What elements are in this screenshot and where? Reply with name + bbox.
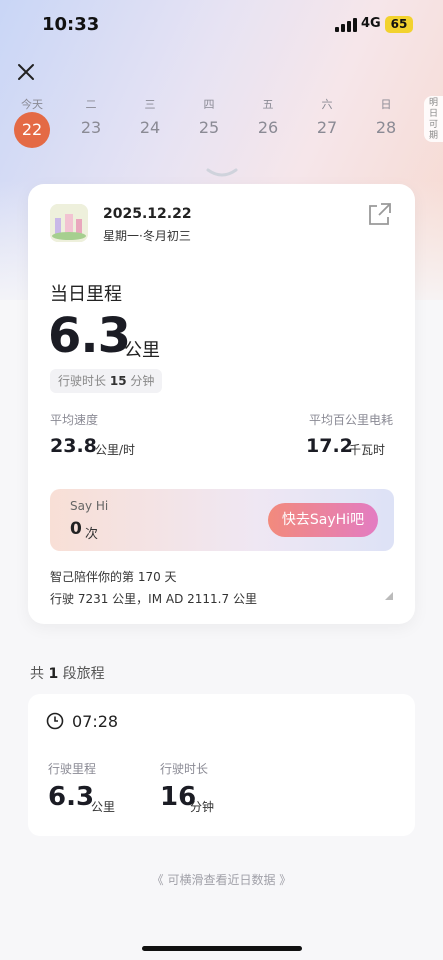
status-time: 10:33 [42, 14, 100, 35]
summary-weekday-lunar: 星期一·冬月初三 [103, 229, 191, 243]
trip-count-value: 1 [48, 666, 59, 682]
day-26[interactable]: 五 26 [248, 96, 288, 137]
tomorrow-tab-label: 明日可期 [428, 98, 438, 141]
day-weekday: 六 [321, 98, 333, 111]
trip-count-prefix: 共 [30, 666, 44, 682]
trip-count: 共 1 段旅程 [30, 663, 105, 683]
sayhi-panel: Say Hi 0 次 快去SayHi吧 [50, 489, 394, 551]
battery-icon: 65 [385, 16, 413, 33]
trip-duration-unit: 分钟 [190, 800, 215, 814]
status-bar: 10:33 4G 65 [0, 0, 443, 50]
trip-count-suffix: 段旅程 [62, 666, 105, 682]
home-indicator [142, 946, 302, 951]
companion-days: 智己陪伴你的第 170 天 [50, 570, 177, 584]
day-number: 26 [257, 118, 279, 137]
trip-start-time: 07:28 [72, 712, 119, 731]
day-27[interactable]: 六 27 [307, 96, 347, 137]
collapse-chevron-icon[interactable] [206, 168, 238, 178]
day-number: 24 [139, 118, 161, 137]
day-number: 28 [375, 118, 397, 137]
corner-triangle-icon [385, 592, 393, 600]
trip-duration-label: 行驶时长 [160, 762, 209, 776]
duration-value: 15 [109, 374, 127, 388]
day-weekday: 二 [85, 98, 97, 111]
day-22[interactable]: 今天 22 [12, 96, 52, 148]
network-type: 4G [361, 16, 381, 31]
day-23[interactable]: 二 23 [71, 96, 111, 137]
day-weekday: 三 [144, 98, 156, 111]
day-weekday: 日 [380, 98, 392, 111]
day-weekday: 四 [203, 98, 215, 111]
avatar [50, 204, 88, 242]
tomorrow-tab[interactable]: 明日可期 [424, 96, 443, 142]
clock-icon [46, 712, 64, 730]
day-28[interactable]: 日 28 [366, 96, 406, 137]
avg-speed-value: 23.8 [50, 435, 97, 457]
consumption-value: 17.2 [306, 435, 353, 457]
total-stats: 行驶 7231 公里，IM AD 2111.7 公里 [50, 592, 257, 606]
week-day-selector: 今天 22 二 23 三 24 四 25 五 26 六 27 日 28 [0, 96, 420, 156]
avg-speed-unit: 公里/时 [95, 443, 136, 457]
share-icon[interactable] [368, 202, 392, 226]
daily-mileage-title: 当日里程 [50, 284, 122, 305]
sayhi-unit: 次 [85, 527, 99, 542]
day-number: 27 [316, 118, 338, 137]
duration-chip: 行驶时长 15 分钟 [50, 369, 163, 393]
daily-distance-unit: 公里 [124, 340, 160, 361]
swipe-hint: 《 可横滑查看近日数据 》 [151, 873, 292, 887]
trip-card[interactable]: 07:28 行驶里程 6.3 公里 行驶时长 16 分钟 [28, 694, 415, 836]
consumption-label: 平均百公里电耗 [308, 413, 393, 427]
trip-distance-value: 6.3 [48, 782, 95, 812]
day-number: 23 [80, 118, 102, 137]
trip-distance-label: 行驶里程 [48, 762, 97, 776]
day-24[interactable]: 三 24 [130, 96, 170, 137]
day-weekday: 五 [262, 98, 274, 111]
trip-distance-unit: 公里 [91, 800, 116, 814]
daily-distance-value: 6.3 [48, 308, 131, 364]
day-number: 25 [198, 118, 220, 137]
sayhi-count: 0 [70, 519, 82, 539]
consumption-unit: 千瓦时 [349, 443, 386, 457]
day-number: 22 [14, 112, 50, 148]
close-button[interactable] [14, 60, 38, 84]
day-25[interactable]: 四 25 [189, 96, 229, 137]
day-weekday: 今天 [21, 98, 43, 111]
sayhi-label: Say Hi [70, 499, 109, 513]
duration-unit: 分钟 [130, 374, 155, 388]
avg-speed-label: 平均速度 [50, 413, 99, 427]
close-icon [18, 64, 34, 80]
duration-label: 行驶时长 [58, 374, 107, 388]
summary-date: 2025.12.22 [103, 206, 192, 222]
sayhi-button[interactable]: 快去SayHi吧 [268, 503, 378, 537]
daily-summary-card: 2025.12.22 星期一·冬月初三 当日里程 6.3 公里 行驶时长 15 … [28, 184, 415, 624]
signal-icon [335, 18, 357, 32]
